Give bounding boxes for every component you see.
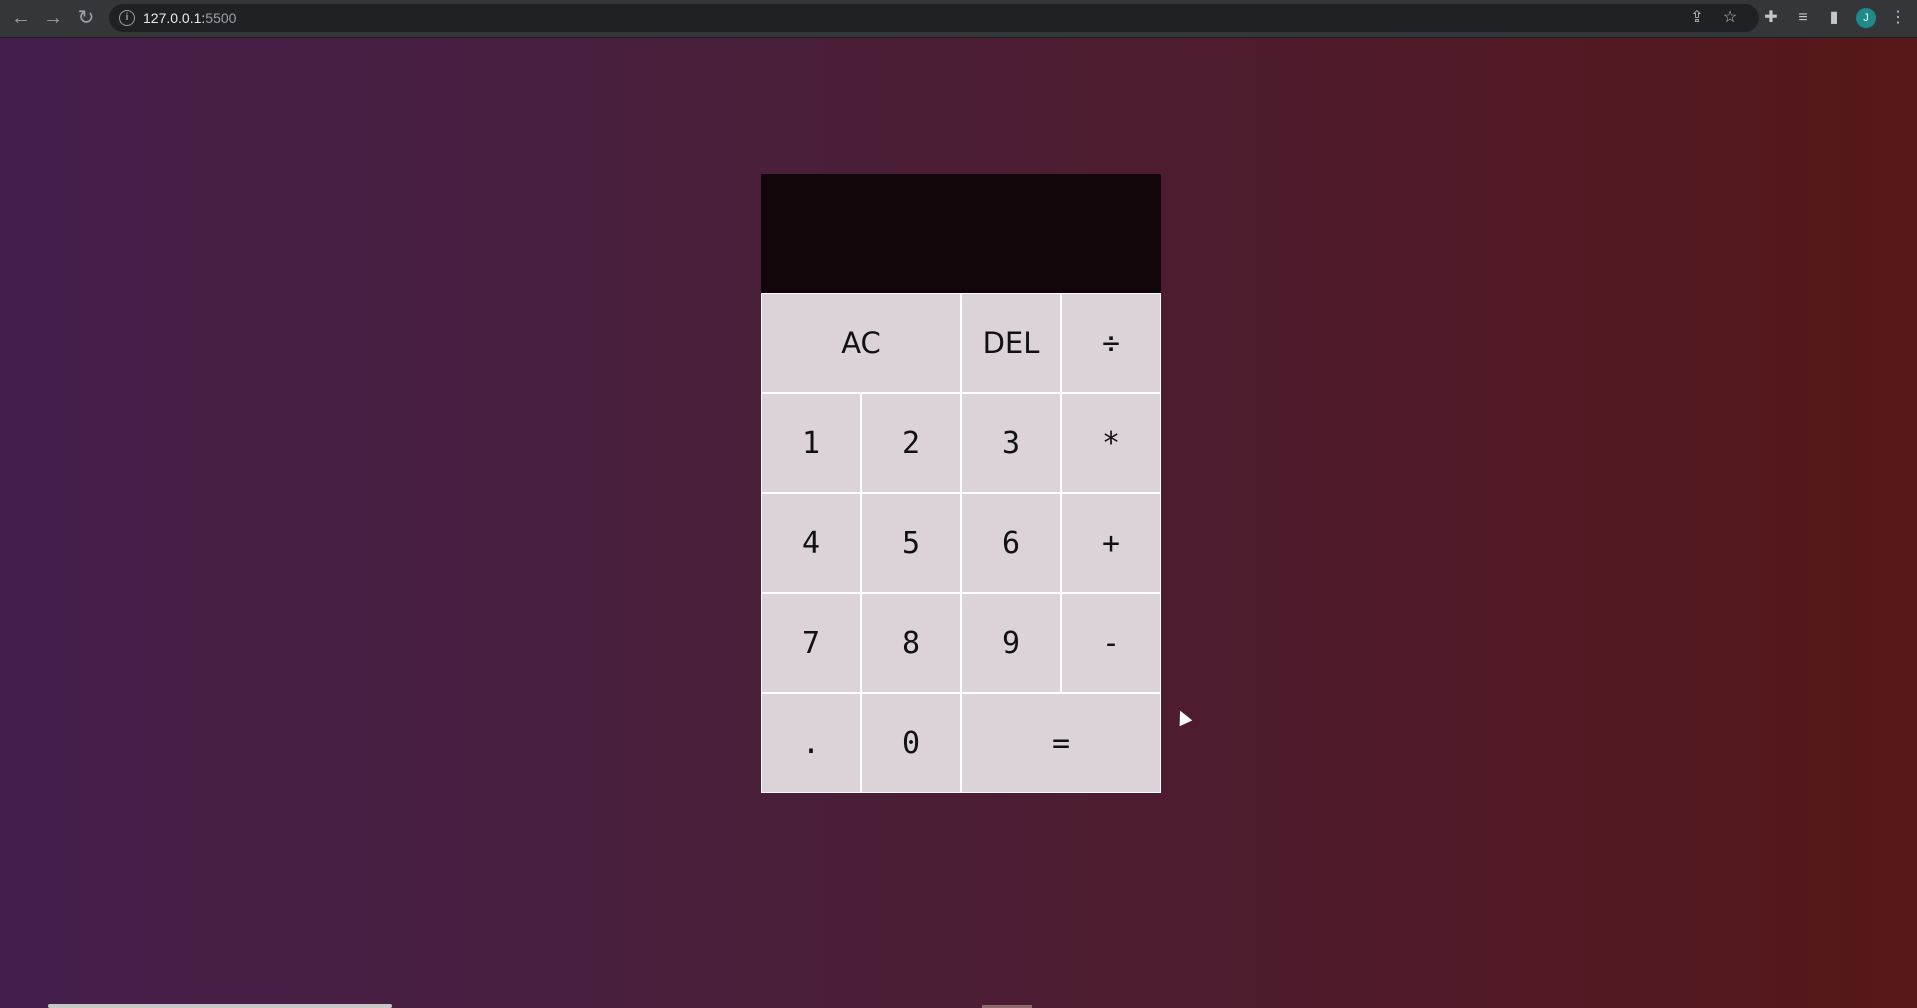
bookmark-star-icon[interactable]: ☆	[1719, 7, 1741, 29]
divide-button[interactable]: ÷	[1061, 293, 1161, 393]
decimal-button[interactable]: .	[761, 693, 861, 793]
digit-0-button[interactable]: 0	[861, 693, 961, 793]
equals-button[interactable]: =	[961, 693, 1161, 793]
url-port: 5500	[205, 10, 237, 26]
url-host: 127.0.0.1:	[143, 10, 206, 26]
horizontal-scrollbar[interactable]	[48, 1004, 392, 1008]
reload-icon[interactable]: ↻	[73, 6, 99, 30]
calculator-display	[761, 174, 1161, 293]
profile-avatar[interactable]: J	[1856, 8, 1876, 28]
subtract-button[interactable]: -	[1061, 593, 1161, 693]
browser-toolbar: ← → ↻ i 127.0.0.1:5500 ⇪ ☆ ✚ ≡ ▮ J ⋮	[0, 0, 1917, 38]
digit-8-button[interactable]: 8	[861, 593, 961, 693]
digit-3-button[interactable]: 3	[961, 393, 1061, 493]
multiply-button[interactable]: *	[1061, 393, 1161, 493]
digit-7-button[interactable]: 7	[761, 593, 861, 693]
address-bar[interactable]: i 127.0.0.1:5500	[109, 4, 1759, 32]
media-queue-icon[interactable]: ≡	[1792, 7, 1814, 29]
add-button[interactable]: +	[1061, 493, 1161, 593]
previous-operand	[773, 174, 1149, 218]
share-icon[interactable]: ⇪	[1686, 7, 1708, 29]
digit-1-button[interactable]: 1	[761, 393, 861, 493]
menu-kebab-icon[interactable]: ⋮	[1887, 7, 1909, 29]
digit-4-button[interactable]: 4	[761, 493, 861, 593]
calculator: AC DEL ÷ 1 2 3 * 4 5 6 + 7 8 9 - . 0 =	[761, 174, 1161, 793]
keypad: AC DEL ÷ 1 2 3 * 4 5 6 + 7 8 9 - . 0 =	[761, 293, 1161, 793]
digit-9-button[interactable]: 9	[961, 593, 1061, 693]
digit-2-button[interactable]: 2	[861, 393, 961, 493]
current-operand	[773, 218, 1149, 278]
delete-button[interactable]: DEL	[961, 293, 1061, 393]
extensions-puzzle-icon[interactable]: ✚	[1760, 7, 1782, 29]
digit-6-button[interactable]: 6	[961, 493, 1061, 593]
forward-arrow-icon[interactable]: →	[40, 6, 66, 30]
all-clear-button[interactable]: AC	[761, 293, 961, 393]
url-text[interactable]: 127.0.0.1:5500	[143, 4, 236, 32]
back-arrow-icon[interactable]: ←	[8, 6, 34, 30]
side-panel-icon[interactable]: ▮	[1823, 7, 1845, 29]
site-info-icon[interactable]: i	[119, 10, 135, 26]
digit-5-button[interactable]: 5	[861, 493, 961, 593]
